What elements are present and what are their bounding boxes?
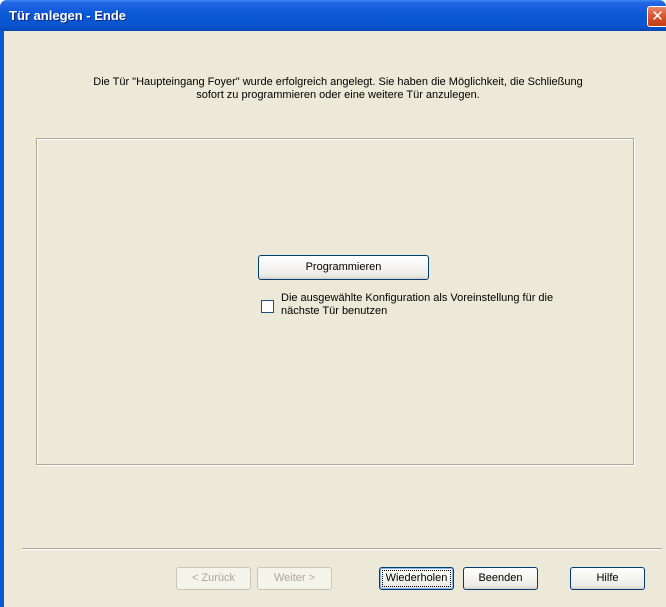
focus-rectangle [382, 570, 451, 587]
window-title: Tür anlegen - Ende [9, 8, 127, 23]
help-button[interactable]: Hilfe [570, 567, 645, 590]
intro-text: Die Tür "Haupteingang Foyer" wurde erfol… [93, 76, 583, 101]
program-button-label: Programmieren [305, 261, 382, 273]
default-config-checkbox-label[interactable]: Die ausgewählte Konfiguration als Vorein… [281, 292, 611, 318]
close-icon: ✕ [651, 7, 664, 25]
help-button-label: Hilfe [596, 572, 619, 584]
back-button[interactable]: < Zurück [176, 567, 251, 590]
footer-separator [22, 548, 662, 550]
repeat-button[interactable]: Wiederholen [379, 567, 454, 590]
next-button[interactable]: Weiter > [257, 567, 332, 590]
finish-button-label: Beenden [478, 572, 523, 584]
program-button[interactable]: Programmieren [258, 255, 429, 280]
back-button-label: < Zurück [191, 572, 236, 584]
default-config-checkbox[interactable] [261, 300, 274, 313]
finish-button[interactable]: Beenden [463, 567, 538, 590]
dialog-window: Tür anlegen - Ende ✕ Die Tür "Haupteinga… [0, 0, 666, 607]
close-button[interactable]: ✕ [647, 6, 666, 27]
title-bar[interactable]: Tür anlegen - Ende ✕ [0, 0, 666, 31]
next-button-label: Weiter > [273, 572, 316, 584]
dialog-body: Die Tür "Haupteingang Foyer" wurde erfol… [4, 31, 666, 607]
